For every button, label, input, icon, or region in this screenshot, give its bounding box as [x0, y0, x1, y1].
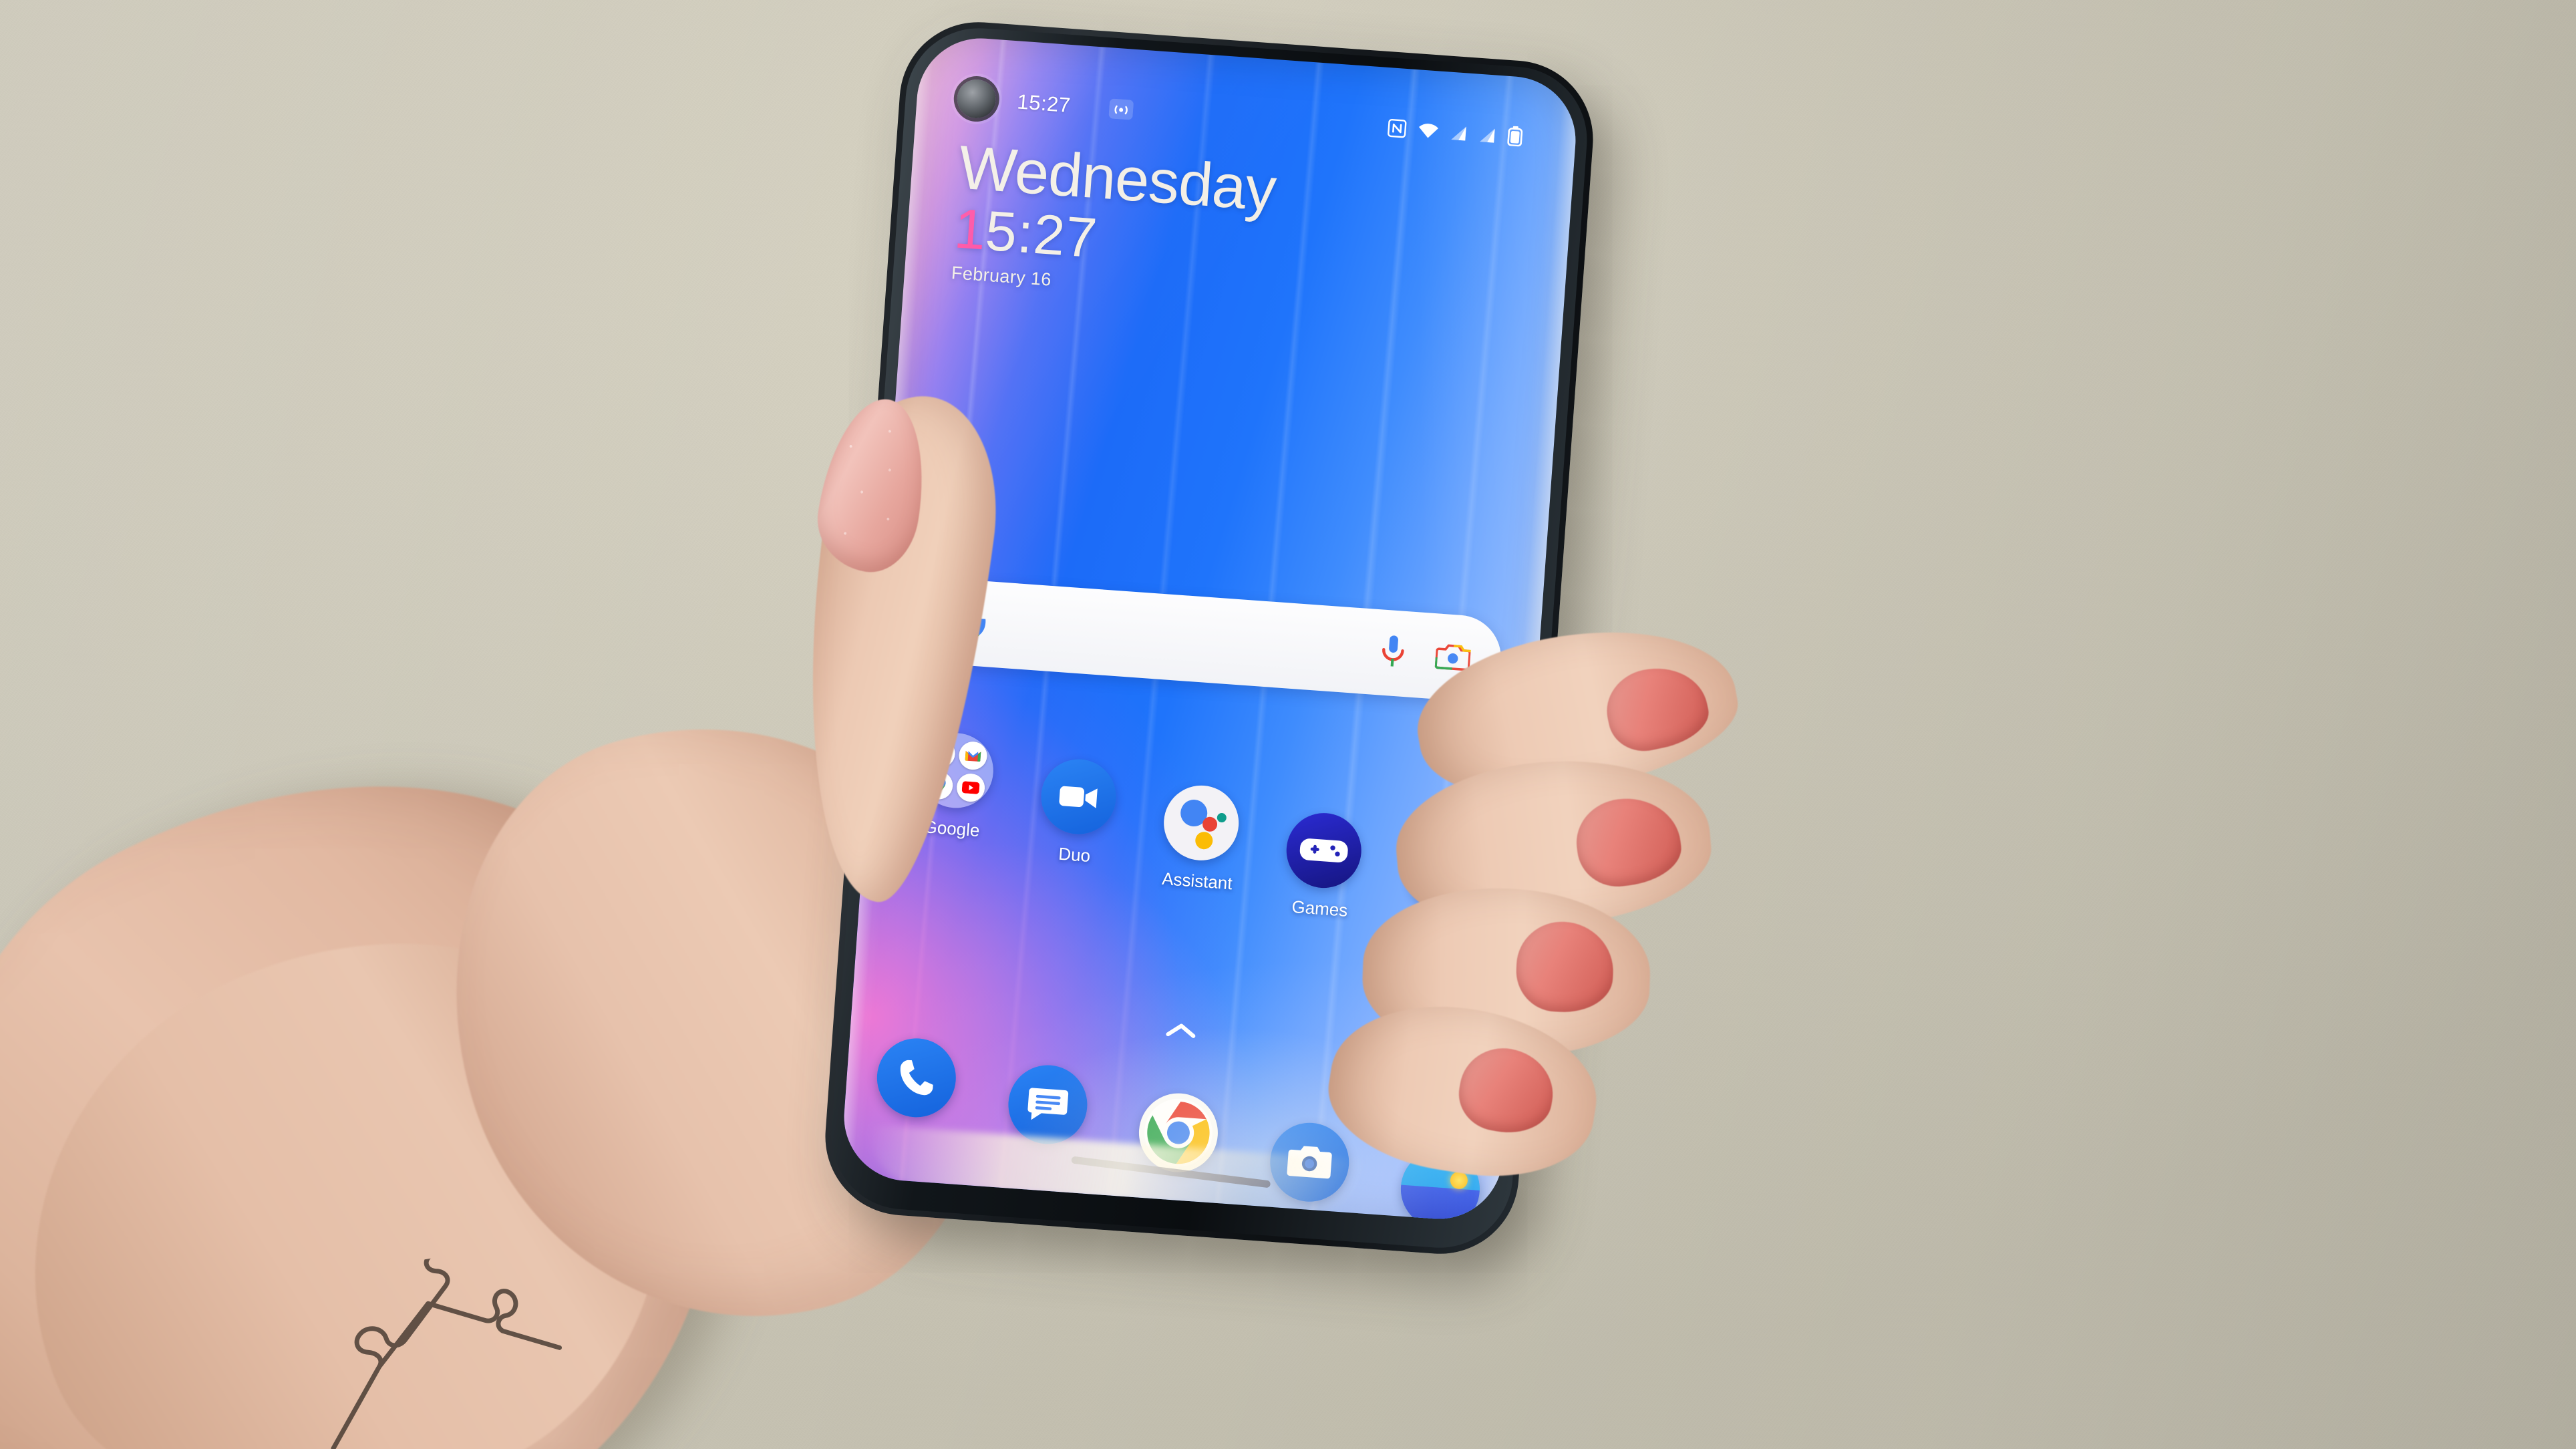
dock-item-phone[interactable]	[868, 1035, 965, 1120]
search-actions	[1378, 633, 1474, 679]
clock-widget[interactable]: Wednesday 1 5:27 February 16	[951, 134, 1278, 307]
assistant-icon	[1161, 783, 1242, 863]
messages-icon	[1005, 1062, 1090, 1147]
app-icon-assistant[interactable]: Assistant	[1139, 782, 1261, 896]
app-label: Games	[1291, 896, 1349, 921]
app-drawer-chevron[interactable]	[1165, 1021, 1197, 1043]
play-games-icon	[1283, 810, 1364, 891]
nfc-icon	[1387, 118, 1407, 142]
wifi-icon	[1417, 122, 1440, 144]
gmail-icon	[957, 740, 988, 771]
clock-time-first-digit: 1	[952, 196, 988, 262]
app-label: Duo	[1058, 843, 1092, 866]
microphone-icon[interactable]	[1378, 633, 1408, 674]
app-icon-games[interactable]: Games	[1262, 809, 1384, 923]
cast-icon	[1108, 98, 1134, 120]
phone-icon	[874, 1035, 959, 1120]
clock-time-rest: 5:27	[983, 198, 1100, 270]
app-label: Assistant	[1161, 868, 1233, 894]
status-bar-clock: 15:27	[1016, 90, 1072, 118]
signal-icon-1	[1450, 124, 1468, 146]
duo-icon	[1038, 756, 1119, 837]
youtube-icon	[955, 772, 986, 803]
signal-icon-2	[1478, 126, 1497, 148]
battery-icon	[1507, 126, 1523, 150]
app-icon-duo[interactable]: Duo	[1016, 756, 1138, 870]
status-bar-icons	[1387, 117, 1527, 150]
